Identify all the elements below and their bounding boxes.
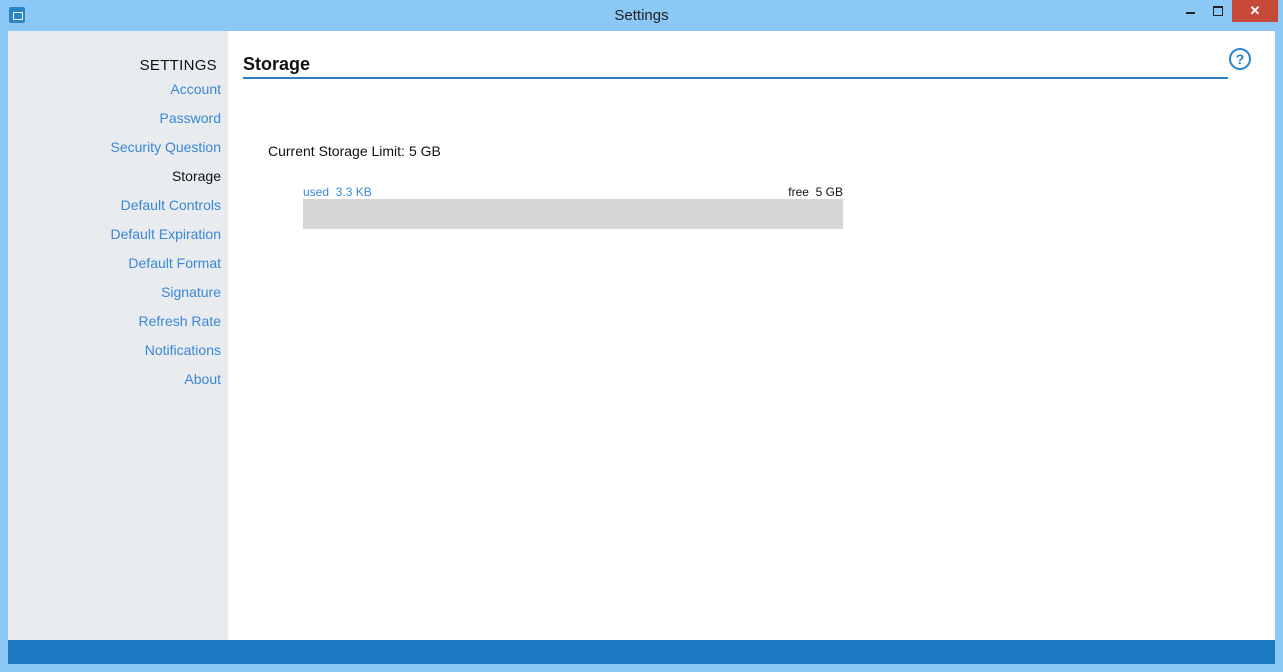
usage-labels: used 3.3 KB free 5 GB	[303, 185, 843, 199]
storage-limit-row: Current Storage Limit: 5 GB	[268, 143, 441, 159]
window-title: Settings	[614, 7, 669, 24]
settings-sidebar: SETTINGS Account Password Security Quest…	[8, 31, 228, 640]
help-icon[interactable]: ?	[1229, 48, 1251, 70]
sidebar-item-default-controls[interactable]: Default Controls	[121, 197, 221, 213]
page-title: Storage	[243, 54, 311, 74]
title-bar[interactable]: Settings ✕	[0, 0, 1283, 31]
used-storage-label: used 3.3 KB	[303, 185, 372, 199]
title-divider	[243, 77, 1228, 79]
sidebar-item-password[interactable]: Password	[160, 110, 221, 126]
sidebar-item-security-question[interactable]: Security Question	[111, 139, 222, 155]
sidebar-item-notifications[interactable]: Notifications	[145, 342, 221, 358]
sidebar-item-about[interactable]: About	[184, 371, 221, 387]
free-storage-label: free 5 GB	[788, 185, 843, 199]
close-icon: ✕	[1249, 3, 1261, 18]
storage-panel: Storage ? Current Storage Limit: 5 GB use…	[228, 31, 1275, 640]
close-button[interactable]: ✕	[1232, 0, 1278, 22]
sidebar-item-account[interactable]: Account	[170, 81, 221, 97]
sidebar-item-signature[interactable]: Signature	[161, 284, 221, 300]
storage-limit-label: Current Storage Limit:	[268, 143, 405, 159]
status-bar	[8, 640, 1275, 664]
sidebar-item-default-format[interactable]: Default Format	[128, 255, 221, 271]
settings-window: Settings ✕ SETTINGS Account Password Sec…	[0, 0, 1283, 672]
storage-limit-value: 5 GB	[408, 143, 441, 159]
sidebar-heading: SETTINGS	[139, 57, 217, 74]
client-area: SETTINGS Account Password Security Quest…	[8, 31, 1275, 640]
sidebar-item-refresh-rate[interactable]: Refresh Rate	[139, 313, 221, 329]
maximize-button[interactable]	[1204, 0, 1232, 22]
sidebar-item-default-expiration[interactable]: Default Expiration	[110, 226, 221, 242]
sidebar-item-storage[interactable]: Storage	[172, 168, 221, 184]
storage-usage-bar	[303, 199, 843, 229]
minimize-button[interactable]	[1176, 0, 1204, 22]
